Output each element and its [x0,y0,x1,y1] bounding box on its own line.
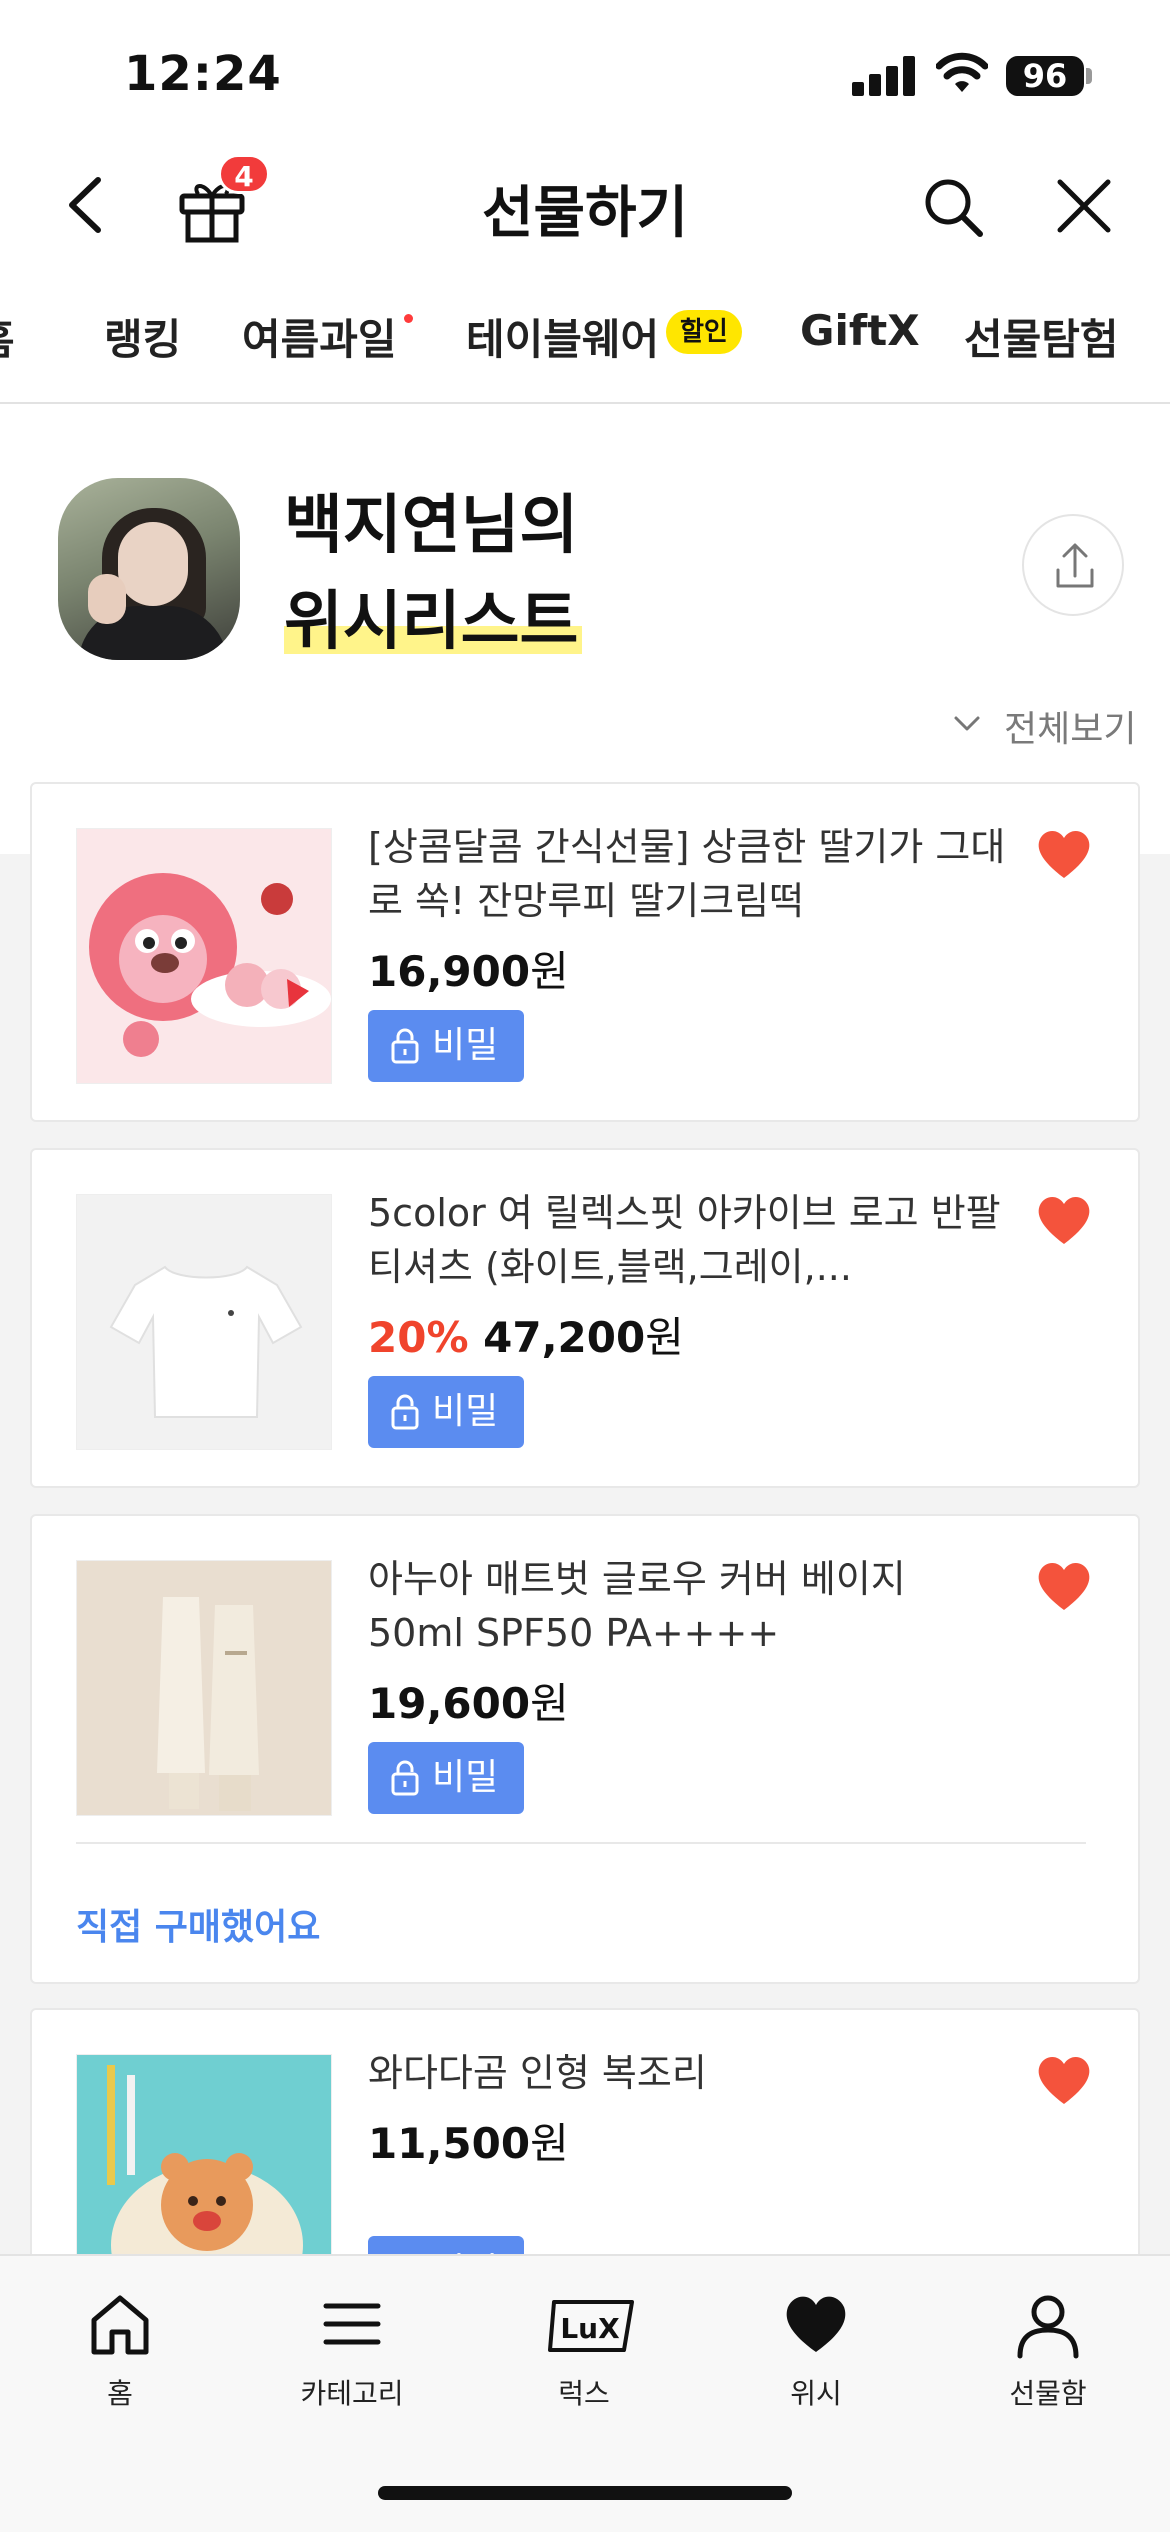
secret-label: 비밀 [432,1391,499,1432]
menu-icon [323,2303,381,2345]
home-indicator[interactable] [378,2486,792,2500]
product-price: 16,900원 [368,947,569,996]
list-item[interactable]: 5color 여 릴렉스핏 아카이브 로고 반팔 티셔츠 (화이트,블랙,그레이… [30,1148,1140,1488]
secret-toggle-button[interactable]: 비밀 [368,1010,524,1082]
signal-icon [852,56,916,96]
nav-wish[interactable]: 위시 [716,2288,916,2410]
back-arrow-icon[interactable] [56,170,120,240]
list-item[interactable]: [상콤달콤 간식선물] 상큼한 딸기가 그대로 쏙! 잔망루피 딸기크림떡 16… [30,782,1140,1122]
new-dot-indicator [404,314,413,323]
wishlist-heading: 위시리스트 [284,585,579,659]
status-time: 12:24 [124,46,282,102]
nav-home-label: 홈 [107,2377,133,2410]
product-image[interactable] [76,1194,332,1450]
battery-tip [1086,68,1092,84]
nav-lux-label: 럭스 [558,2377,610,2410]
wishlist-items: [상콤달콤 간식선물] 상큼한 딸기가 그대로 쏙! 잔망루피 딸기크림떡 16… [0,782,1170,2348]
wifi-icon [936,52,988,92]
product-title[interactable]: 아누아 매트벗 글로우 커버 베이지 50ml SPF50 PA++++ [368,1552,1008,1660]
heart-icon[interactable] [1034,1558,1094,1614]
header-bar: 4 선물하기 [0,140,1170,270]
product-title[interactable]: [상콤달콤 간식선물] 상큼한 딸기가 그대로 쏙! 잔망루피 딸기크림떡 [368,820,1008,928]
search-icon[interactable] [920,174,986,240]
heart-icon [786,2296,846,2352]
heart-icon[interactable] [1034,2052,1094,2108]
discount-rate: 20% [368,1313,469,1362]
heart-icon[interactable] [1034,1192,1094,1248]
svg-text:LuX: LuX [560,2312,620,2345]
secret-label: 비밀 [432,1757,499,1798]
nav-home[interactable]: 홈 [20,2288,220,2410]
lock-icon [391,1394,419,1430]
secret-label: 비밀 [432,1025,499,1066]
battery-icon: 96 [1006,56,1084,96]
product-image[interactable] [76,828,332,1084]
secret-toggle-button[interactable]: 비밀 [368,1376,524,1448]
secret-toggle-button[interactable]: 비밀 [368,1742,524,1814]
tab-gift-explore[interactable]: 선물탐험 [964,306,1119,367]
gift-count-badge: 4 [218,154,270,194]
divider [76,1842,1086,1844]
chevron-down-icon[interactable] [950,706,984,740]
nav-wish-label: 위시 [790,2377,842,2410]
product-title[interactable]: 5color 여 릴렉스핏 아카이브 로고 반팔 티셔츠 (화이트,블랙,그레이… [368,1186,1008,1294]
product-price: 20% 47,200원 [368,1313,684,1362]
purchased-directly-link[interactable]: 직접 구매했어요 [76,1898,320,1950]
tab-summer-fruit[interactable]: 여름과일 [242,306,397,367]
nav-gift-box-label: 선물함 [1009,2377,1087,2410]
list-item[interactable]: 아누아 매트벗 글로우 커버 베이지 50ml SPF50 PA++++ 19,… [30,1514,1140,1984]
nav-gift-box[interactable]: 선물함 [948,2288,1148,2410]
lux-icon: LuX [548,2300,634,2352]
sale-badge: 할인 [666,310,742,354]
tab-tableware[interactable]: 테이블웨어 [466,306,659,367]
product-image[interactable] [76,1560,332,1816]
product-price: 11,500원 [368,2119,569,2168]
nav-category-label: 카테고리 [300,2377,404,2410]
lock-icon [391,1760,419,1796]
close-icon[interactable] [1054,176,1114,236]
heart-icon[interactable] [1034,826,1094,882]
status-bar: 12:24 96 [0,0,1170,140]
tab-home[interactable]: 홈 [0,306,15,367]
nav-lux[interactable]: LuX 럭스 [484,2288,684,2410]
tab-giftx[interactable]: GiftX [800,306,920,355]
tab-ranking[interactable]: 랭킹 [104,306,181,367]
lock-icon [391,1028,419,1064]
share-button[interactable] [1022,514,1124,616]
category-tabs: 홈 랭킹 여름과일 테이블웨어 할인 GiftX 선물탐험 [0,280,1170,404]
avatar[interactable] [58,478,240,660]
share-icon [1056,543,1094,588]
page-title: 선물하기 [481,181,689,246]
product-price: 19,600원 [368,1679,569,1728]
person-icon [1017,2295,1079,2359]
profile-owner-name: 백지연님의 [284,489,579,563]
home-icon [91,2295,149,2355]
product-title[interactable]: 와다다곰 인형 복조리 [368,2046,1008,2100]
nav-category[interactable]: 카테고리 [252,2288,452,2410]
view-all-button[interactable]: 전체보기 [1004,700,1136,752]
